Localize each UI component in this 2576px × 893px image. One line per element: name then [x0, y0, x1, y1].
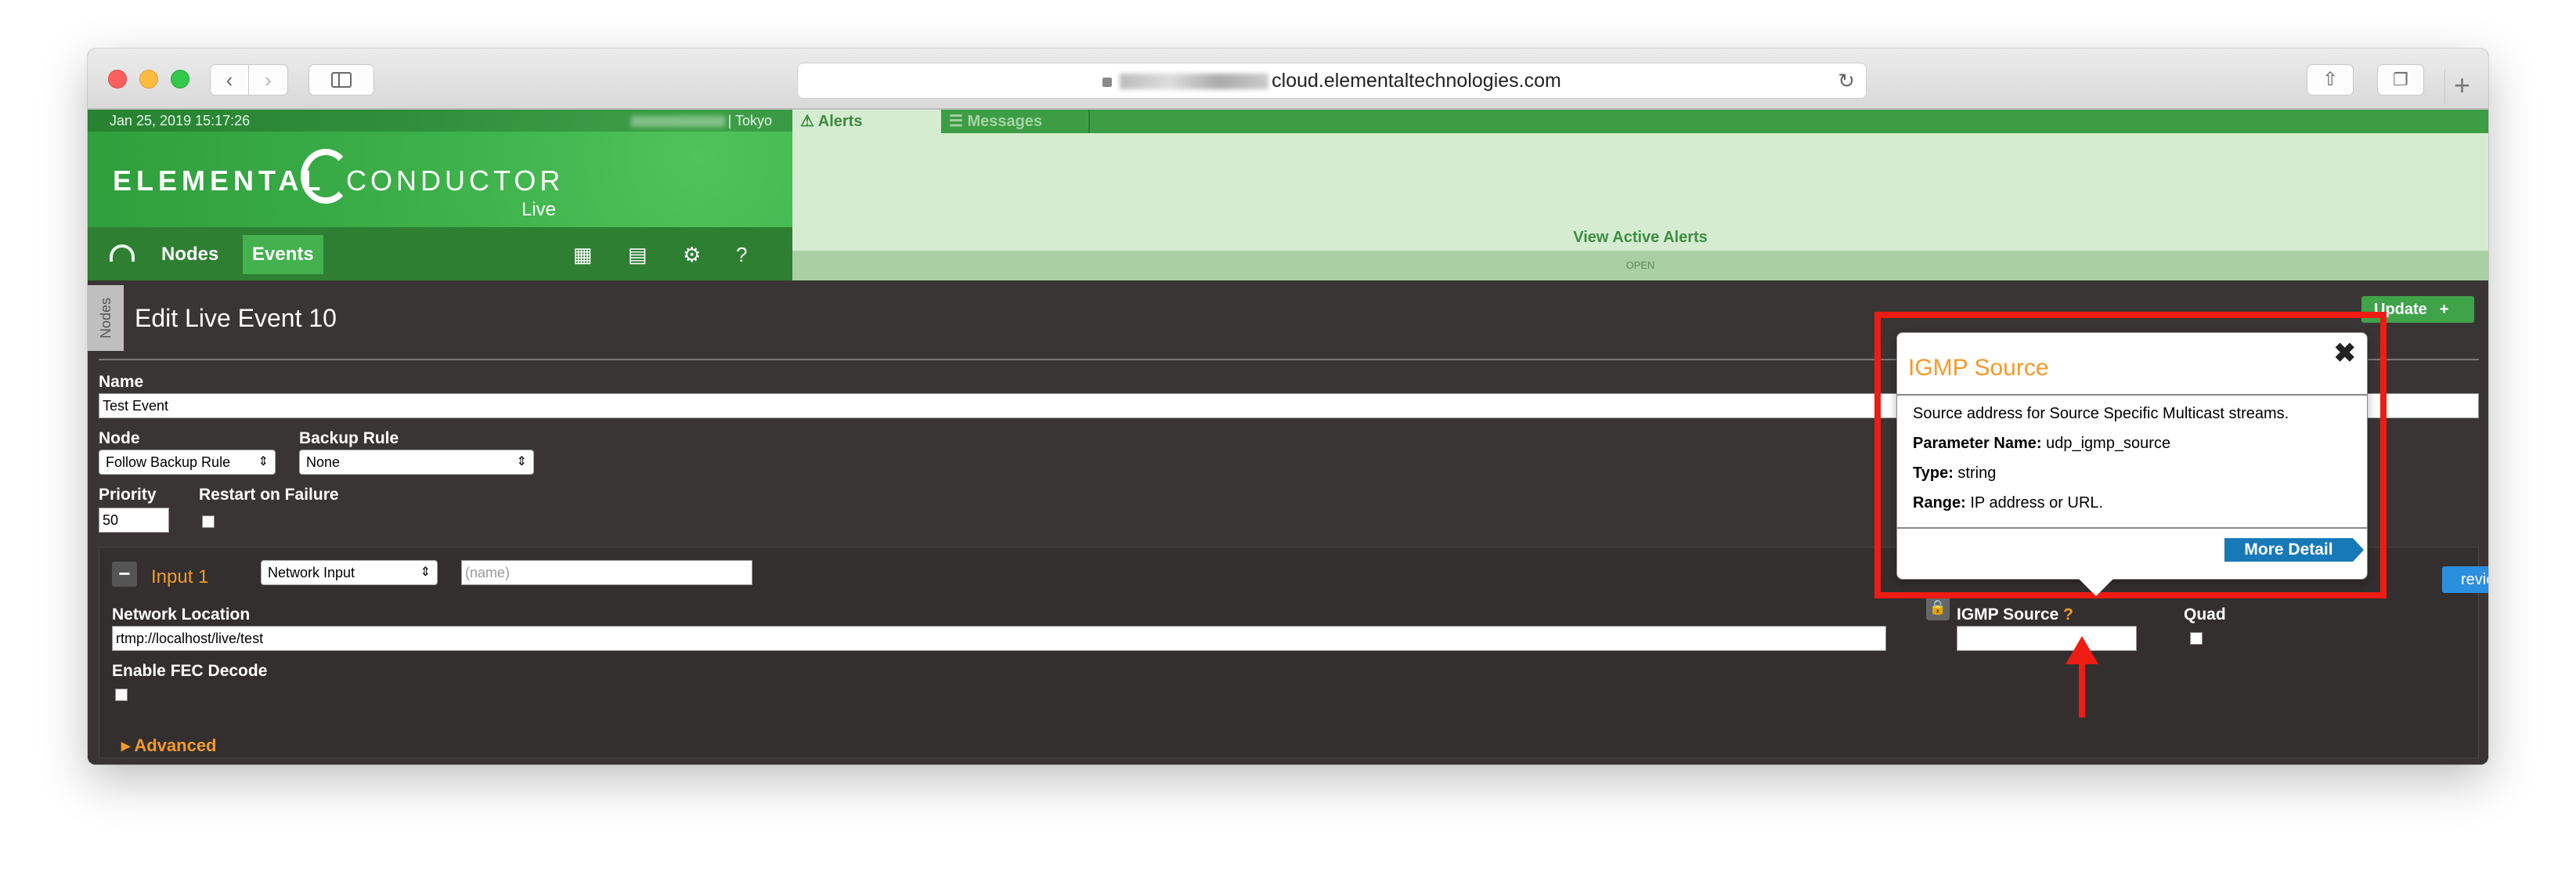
tab-messages[interactable]: ☰ Messages: [941, 110, 1090, 133]
warning-icon: ⚠: [800, 113, 818, 130]
url-text: cloud.elementaltechnologies.com: [1272, 70, 1561, 92]
input-type-select[interactable]: Network Input: [261, 560, 438, 585]
priority-field[interactable]: 50: [99, 508, 169, 533]
help-icon[interactable]: ?: [2063, 606, 2073, 624]
restart-on-failure-checkbox[interactable]: [202, 515, 215, 528]
list-icon: ☰: [949, 113, 968, 130]
fec-decode-checkbox[interactable]: [115, 689, 128, 701]
alerts-toggle[interactable]: OPEN: [792, 251, 2488, 280]
name-label: Name: [99, 373, 144, 391]
forward-button[interactable]: ›: [249, 64, 288, 96]
nodes-side-tab[interactable]: Nodes: [88, 285, 124, 351]
popover-range: Range: IP address or URL.: [1913, 494, 2103, 512]
igmp-source-label: IGMP Source ?: [1957, 606, 2073, 624]
calendar-icon[interactable]: ▦: [573, 243, 593, 267]
close-window-button[interactable]: [108, 70, 127, 89]
range-value: IP address or URL.: [1970, 494, 2104, 512]
view-active-alerts-link[interactable]: View Active Alerts: [792, 229, 2488, 247]
share-button[interactable]: ⇧: [2307, 64, 2354, 96]
igmp-help-popover: ✖ IGMP Source Source address for Source …: [1896, 332, 2368, 596]
network-location-label: Network Location: [112, 606, 251, 624]
network-location-field[interactable]: rtmp://localhost/live/test: [112, 626, 1886, 651]
quad-label: Quad: [2184, 606, 2226, 624]
help-icon[interactable]: ?: [736, 243, 747, 267]
more-detail-button[interactable]: More Detail: [2224, 538, 2364, 562]
nav-nodes[interactable]: Nodes: [152, 235, 228, 274]
popover-type: Type: string: [1913, 465, 1996, 483]
quad-checkbox[interactable]: [2190, 632, 2203, 645]
igmp-source-text: IGMP Source: [1957, 606, 2059, 624]
address-bar[interactable]: cloud.elementaltechnologies.com ↻: [797, 63, 1867, 99]
new-tab-button[interactable]: +: [2444, 69, 2479, 103]
brand-elemental: ELEMENTAL: [113, 164, 326, 197]
tab-alerts-label: Alerts: [817, 113, 863, 130]
browser-toolbar: ‹ › cloud.elementaltechnologies.com ↻ ⇧ …: [88, 49, 2488, 110]
priority-label: Priority: [99, 486, 157, 504]
tab-messages-label: Messages: [967, 113, 1043, 130]
tabs-button[interactable]: ❐: [2377, 64, 2424, 96]
back-icon: ‹: [225, 68, 233, 92]
collapse-input-button[interactable]: −: [112, 562, 137, 587]
restart-on-failure-label: Restart on Failure: [199, 486, 339, 504]
type-value: string: [1957, 465, 1997, 482]
type-label: Type:: [1913, 465, 1954, 482]
nav-events[interactable]: Events: [243, 235, 323, 274]
logo-mark-icon: [301, 149, 351, 204]
back-button[interactable]: ‹: [210, 64, 249, 96]
fec-decode-label: Enable FEC Decode: [112, 662, 268, 680]
brand-conductor: CONDUCTOR: [346, 164, 565, 197]
chart-icon[interactable]: ▤: [628, 243, 648, 267]
close-icon[interactable]: ✖: [2334, 338, 2357, 369]
brand-live: Live: [521, 199, 557, 220]
main-nav: Nodes Events ▦ ▤ ⚙ ?: [88, 227, 792, 280]
divider: [1897, 527, 2367, 529]
plus-icon: +: [2439, 301, 2449, 318]
input-name-field[interactable]: (name): [461, 560, 752, 585]
reload-icon[interactable]: ↻: [1838, 63, 1855, 98]
page-title: Edit Live Event 10: [135, 304, 337, 332]
current-datetime: Jan 25, 2019 15:17:26: [110, 113, 251, 128]
input-title: Input 1: [151, 566, 209, 588]
range-label: Range:: [1913, 494, 1966, 512]
advanced-label: Advanced: [134, 736, 217, 755]
annotation-arrow-shaft: [2079, 652, 2085, 718]
backup-rule-label: Backup Rule: [299, 429, 399, 447]
popover-pointer: [2079, 579, 2113, 596]
popover-title: IGMP Source: [1908, 355, 2049, 381]
backup-rule-select[interactable]: None: [299, 450, 534, 475]
tab-alerts[interactable]: ⚠ Alerts: [792, 110, 941, 133]
redacted-hostname: [630, 116, 725, 128]
parameter-value: udp_igmp_source: [2046, 435, 2171, 452]
sidebar-icon: [331, 72, 352, 88]
location-label: | Tokyo: [727, 113, 772, 128]
redacted-subdomain: [1120, 74, 1269, 90]
popover-parameter: Parameter Name: udp_igmp_source: [1913, 435, 2170, 453]
gear-icon[interactable]: ⚙: [683, 243, 701, 267]
minimize-window-button[interactable]: [139, 70, 158, 89]
share-icon: ⇧: [2322, 69, 2339, 90]
alerts-panel: ⚠ Alerts ☰ Messages View Active Alerts O…: [792, 110, 2488, 280]
parameter-label: Parameter Name:: [1913, 435, 2042, 452]
new-tab-icon: +: [2453, 69, 2471, 101]
alert-tabs: ⚠ Alerts ☰ Messages: [792, 110, 2488, 133]
tabs-icon: ❐: [2393, 70, 2408, 89]
app-header: Jan 25, 2019 15:17:26 | Tokyo ELEMENTAL …: [88, 110, 792, 280]
advanced-toggle[interactable]: ▸ Advanced: [121, 736, 217, 756]
node-location: | Tokyo: [630, 110, 772, 132]
forward-icon: ›: [265, 68, 272, 92]
dashboard-icon[interactable]: [110, 244, 135, 262]
preview-button[interactable]: review ⌕: [2442, 566, 2488, 593]
node-label: Node: [99, 429, 140, 447]
status-row: Jan 25, 2019 15:17:26 | Tokyo: [88, 110, 792, 132]
popover-description: Source address for Source Specific Multi…: [1913, 405, 2289, 422]
divider: [1897, 394, 2367, 396]
sidebar-button[interactable]: [308, 64, 374, 96]
zoom-window-button[interactable]: [171, 70, 189, 89]
igmp-source-field[interactable]: [1957, 626, 2137, 651]
caret-right-icon: ▸: [121, 736, 135, 755]
preview-label: review: [2461, 571, 2488, 588]
lock-icon: [1102, 78, 1113, 88]
node-select[interactable]: Follow Backup Rule: [99, 450, 276, 475]
